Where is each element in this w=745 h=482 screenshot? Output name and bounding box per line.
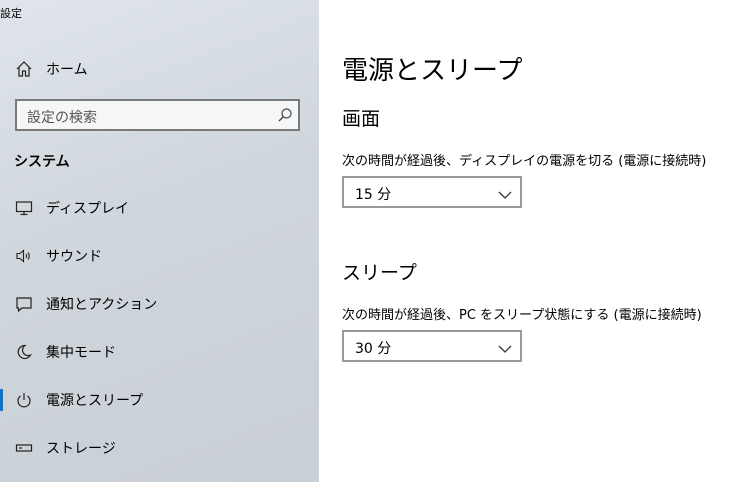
sidebar-item-storage[interactable]: ストレージ [0, 428, 319, 468]
search-input[interactable]: 設定の検索 [15, 99, 300, 131]
sidebar-item-label: ディスプレイ [46, 201, 130, 217]
sidebar-item-label: ストレージ [46, 441, 116, 457]
sidebar-item-label: サウンド [46, 249, 102, 265]
sleep-timeout-dropdown[interactable]: 30 分 [342, 330, 522, 362]
sidebar-item-label: 通知とアクション [46, 297, 158, 313]
sidebar-item-display[interactable]: ディスプレイ [0, 188, 319, 228]
chevron-down-icon [498, 340, 512, 353]
sleep-heading: スリープ [342, 262, 417, 284]
screen-heading: 画面 [342, 108, 381, 130]
home-icon [14, 59, 34, 79]
sidebar-section-title: システム [14, 154, 70, 170]
search-placeholder: 設定の検索 [27, 110, 97, 126]
selected-indicator [0, 389, 3, 411]
notification-icon [14, 294, 34, 314]
app-title: 設定 [0, 7, 22, 20]
sidebar: 設定 ホーム 設定の検索 システム ディスプレイ サウンド 通知とアクション 集… [0, 0, 319, 482]
sidebar-item-label: 電源とスリープ [46, 393, 144, 409]
sidebar-item-label: ホーム [46, 62, 88, 78]
screen-timeout-dropdown[interactable]: 15 分 [342, 176, 522, 208]
page-title: 電源とスリープ [342, 56, 523, 86]
sidebar-item-label: 集中モード [46, 345, 116, 361]
sidebar-item-notifications[interactable]: 通知とアクション [0, 284, 319, 324]
sidebar-item-home[interactable]: ホーム [0, 49, 319, 89]
power-icon [14, 390, 34, 410]
dropdown-value: 15 分 [355, 187, 392, 203]
chevron-down-icon [498, 186, 512, 199]
monitor-icon [14, 198, 34, 218]
screen-description: 次の時間が経過後、ディスプレイの電源を切る (電源に接続時) [342, 154, 707, 169]
search-icon [276, 106, 294, 124]
sidebar-item-power-sleep[interactable]: 電源とスリープ [0, 380, 319, 420]
sleep-description: 次の時間が経過後、PC をスリープ状態にする (電源に接続時) [342, 308, 702, 323]
speaker-icon [14, 246, 34, 266]
storage-icon [14, 438, 34, 458]
dropdown-value: 30 分 [355, 341, 392, 357]
moon-icon [14, 342, 34, 362]
sidebar-item-sound[interactable]: サウンド [0, 236, 319, 276]
sidebar-item-focus-assist[interactable]: 集中モード [0, 332, 319, 372]
